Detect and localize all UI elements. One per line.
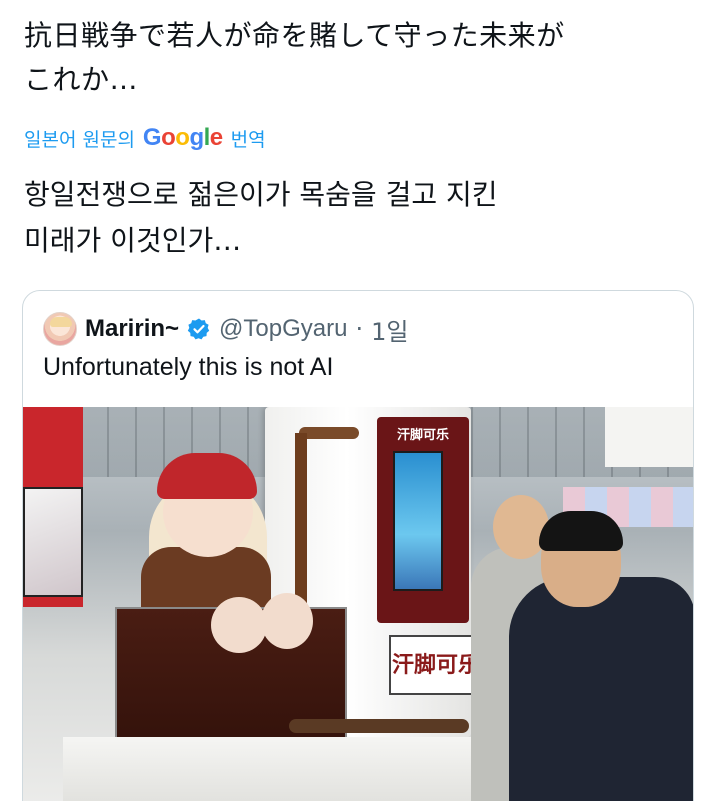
display-counter [63, 737, 533, 801]
translation-attribution[interactable]: 일본어 원문의 Google 번역 [24, 120, 266, 156]
visitor-2-hair [539, 511, 623, 551]
google-logo: Google [142, 124, 223, 151]
avatar[interactable] [43, 312, 77, 346]
original-line-2: これか… [24, 63, 139, 96]
cosplayer-knee-right [261, 593, 313, 649]
left-booth-posters [23, 487, 83, 597]
quoted-tweet-text: Unfortunately this is not AI [43, 353, 334, 381]
cosplayer-knee-left [211, 597, 267, 653]
machine-screen [393, 451, 443, 591]
quoted-tweet-photo[interactable]: 汗脚可乐 汗脚可乐 [23, 407, 693, 801]
visitor-2-body [509, 577, 693, 801]
machine-pipe-top [299, 427, 359, 439]
right-booth-sign [605, 407, 693, 467]
translated-line-2: 미래가 이것인가… [24, 224, 242, 257]
original-post-text: 抗日戦争で若人が命を賭して守った未来が これか… [24, 14, 694, 102]
author-handle[interactable]: @TopGyaru [219, 315, 347, 343]
quoted-tweet-header: Maririn~ @TopGyaru · 1일 [43, 311, 408, 347]
translate-suffix: 번역 [230, 128, 266, 151]
machine-pipe-bottom [289, 719, 469, 733]
machine-sign: 汗脚可乐 [389, 635, 483, 695]
separator-dot: · [355, 315, 364, 343]
translated-post-text: 항일전쟁으로 젊은이가 목숨을 걸고 지킨 미래가 이것인가… [24, 172, 694, 264]
translate-prefix: 일본어 원문의 [24, 128, 135, 151]
quoted-tweet-card[interactable]: Maririn~ @TopGyaru · 1일 Unfortunately th… [22, 290, 694, 801]
original-line-1: 抗日戦争で若人が命を賭して守った未来が [24, 19, 565, 52]
translated-line-1: 항일전쟁으로 젊은이가 목숨을 걸고 지킨 [24, 178, 498, 211]
machine-screen-label: 汗脚可乐 [396, 428, 449, 443]
verified-badge-icon [187, 318, 210, 340]
author-name[interactable]: Maririn~ [85, 315, 179, 343]
post-time[interactable]: 1일 [371, 312, 408, 347]
